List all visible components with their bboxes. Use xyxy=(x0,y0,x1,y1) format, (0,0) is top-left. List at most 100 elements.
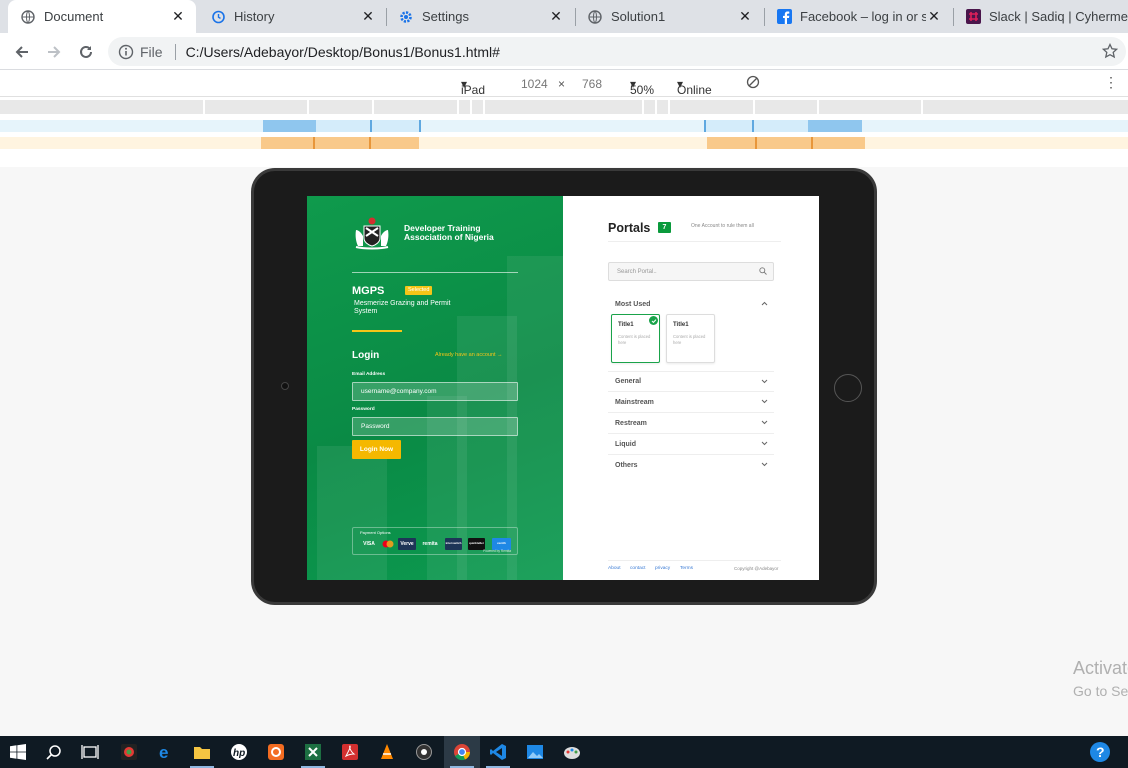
excel-icon[interactable] xyxy=(295,736,331,768)
search-icon xyxy=(759,267,767,277)
rotate-icon[interactable] xyxy=(746,75,760,92)
search-icon[interactable] xyxy=(36,736,72,768)
url-text[interactable]: C:/Users/Adebayor/Desktop/Bonus1/Bonus1.… xyxy=(186,44,500,60)
portals-panel: Portals 7 One Account to rule them all S… xyxy=(563,196,819,580)
footer-link-about[interactable]: About xyxy=(608,566,621,571)
camera-icon xyxy=(281,382,289,390)
zoom-select[interactable]: 50% ▾ xyxy=(630,77,654,97)
vlc-icon[interactable] xyxy=(369,736,405,768)
login-button[interactable]: Login Now xyxy=(352,440,401,459)
camera-app-icon[interactable] xyxy=(406,736,442,768)
copyright: Copyright @Adebayor xyxy=(734,566,779,571)
back-button[interactable] xyxy=(9,39,35,65)
windows-start-icon[interactable] xyxy=(0,736,36,768)
footer-link-contact[interactable]: contact xyxy=(630,566,645,571)
accordion-liquid[interactable]: Liquid xyxy=(608,434,774,455)
email-field[interactable]: username@company.com xyxy=(352,382,518,401)
chrome-icon[interactable] xyxy=(444,736,480,768)
close-icon[interactable]: ✕ xyxy=(737,8,753,25)
media-query-bar[interactable] xyxy=(0,137,1128,149)
accordion-label: Restream xyxy=(615,419,647,427)
accordion-restream[interactable]: Restream xyxy=(608,413,774,434)
close-icon[interactable]: ✕ xyxy=(360,8,376,25)
accordion-label: Mainstream xyxy=(615,398,654,406)
portal-card[interactable]: Title1 Content is placed here xyxy=(666,314,715,363)
globe-icon xyxy=(587,9,603,25)
coat-of-arms-icon xyxy=(352,216,392,252)
product-description: Mesmerize Grazing and Permit System xyxy=(354,300,451,315)
task-view-icon[interactable] xyxy=(72,736,108,768)
info-icon[interactable] xyxy=(118,44,134,60)
tab-facebook[interactable]: Facebook – log in or sig ✕ xyxy=(764,0,952,33)
photos-icon[interactable] xyxy=(517,736,553,768)
accordion-general[interactable]: General xyxy=(608,371,774,392)
tab-settings[interactable]: Settings ✕ xyxy=(386,0,574,33)
chevron-down-icon xyxy=(761,441,768,448)
visa-logo: VISA xyxy=(363,541,375,547)
already-have-account-link[interactable]: Already have an account → xyxy=(435,352,503,358)
close-icon[interactable]: ✕ xyxy=(926,8,942,25)
search-placeholder: Search Portal.. xyxy=(617,268,657,275)
forward-button[interactable] xyxy=(41,39,67,65)
chevron-down-icon xyxy=(761,399,768,406)
mastercard-logo xyxy=(382,538,394,550)
hp-icon[interactable]: hp xyxy=(221,736,257,768)
remita-logo: remita xyxy=(422,541,438,547)
paint-icon[interactable] xyxy=(554,736,590,768)
edge-icon[interactable]: e xyxy=(148,736,184,768)
address-bar[interactable]: File C:/Users/Adebayor/Desktop/Bonus1/Bo… xyxy=(108,37,1126,66)
portals-tagline: One Account to rule them all xyxy=(691,223,754,229)
tab-title: Solution1 xyxy=(611,9,666,24)
tab-slack[interactable]: Slack | Sadiq | Cyhermes xyxy=(953,0,1128,33)
viewport-width[interactable]: 1024 xyxy=(521,77,548,91)
scheme-label: File xyxy=(140,43,163,60)
tab-title: Facebook – log in or sig xyxy=(800,9,926,24)
more-options-icon[interactable]: ⋮ xyxy=(1104,74,1118,91)
tab-strip: Document ✕ History ✕ Settings ✕ Solution… xyxy=(0,0,1128,33)
payment-options: Payment Options VISA Verve remita inters… xyxy=(352,527,518,555)
accordion-mainstream[interactable]: Mainstream xyxy=(608,392,774,413)
divider xyxy=(608,560,781,561)
svg-text:hp: hp xyxy=(233,748,245,759)
tab-history[interactable]: History ✕ xyxy=(198,0,386,33)
viewport-height[interactable]: 768 xyxy=(582,77,602,91)
accordion-most-used[interactable]: Most Used xyxy=(608,294,774,315)
svg-text:?: ? xyxy=(1096,744,1105,760)
acrobat-icon[interactable] xyxy=(332,736,368,768)
card-body: Content is placed here xyxy=(673,334,706,345)
password-field[interactable]: Password xyxy=(352,417,518,436)
device-select[interactable]: iPad ▾ xyxy=(461,77,485,97)
card-title: Title1 xyxy=(618,322,634,328)
reload-button[interactable] xyxy=(73,39,99,65)
media-query-bar[interactable] xyxy=(0,120,1128,132)
close-icon[interactable]: ✕ xyxy=(170,8,186,25)
history-icon xyxy=(210,9,226,25)
star-icon[interactable] xyxy=(1102,43,1118,59)
footer-link-terms[interactable]: Terms xyxy=(680,566,693,571)
tab-solution1[interactable]: Solution1 ✕ xyxy=(575,0,763,33)
footer-link-privacy[interactable]: privacy xyxy=(655,566,670,571)
accordion-others[interactable]: Others xyxy=(608,455,774,476)
chevron-up-icon xyxy=(761,301,768,308)
activation-watermark: Activate Windows Go to Settings to activ… xyxy=(1073,658,1128,699)
chevron-down-icon xyxy=(761,420,768,427)
media-query-bar[interactable] xyxy=(0,100,1128,114)
tab-document[interactable]: Document ✕ xyxy=(8,0,196,33)
vscode-icon[interactable] xyxy=(480,736,516,768)
portals-title: Portals xyxy=(608,221,651,235)
file-explorer-icon[interactable] xyxy=(184,736,220,768)
svg-text:e: e xyxy=(159,743,168,761)
app-icon[interactable] xyxy=(111,736,147,768)
portal-card[interactable]: Title1 Content is placed here xyxy=(611,314,660,363)
throttle-select[interactable]: Online ▾ xyxy=(677,77,712,97)
accordion-label: Others xyxy=(615,462,638,469)
divider xyxy=(608,241,781,242)
product-name: MGPS xyxy=(352,285,385,297)
accordion-label: Liquid xyxy=(615,440,636,448)
help-icon[interactable]: ? xyxy=(1082,736,1118,768)
close-icon[interactable]: ✕ xyxy=(548,8,564,25)
office-icon[interactable] xyxy=(258,736,294,768)
search-input[interactable]: Search Portal.. xyxy=(608,262,774,281)
tab-title: Slack | Sadiq | Cyhermes xyxy=(989,9,1128,24)
tab-title: Document xyxy=(44,9,104,24)
